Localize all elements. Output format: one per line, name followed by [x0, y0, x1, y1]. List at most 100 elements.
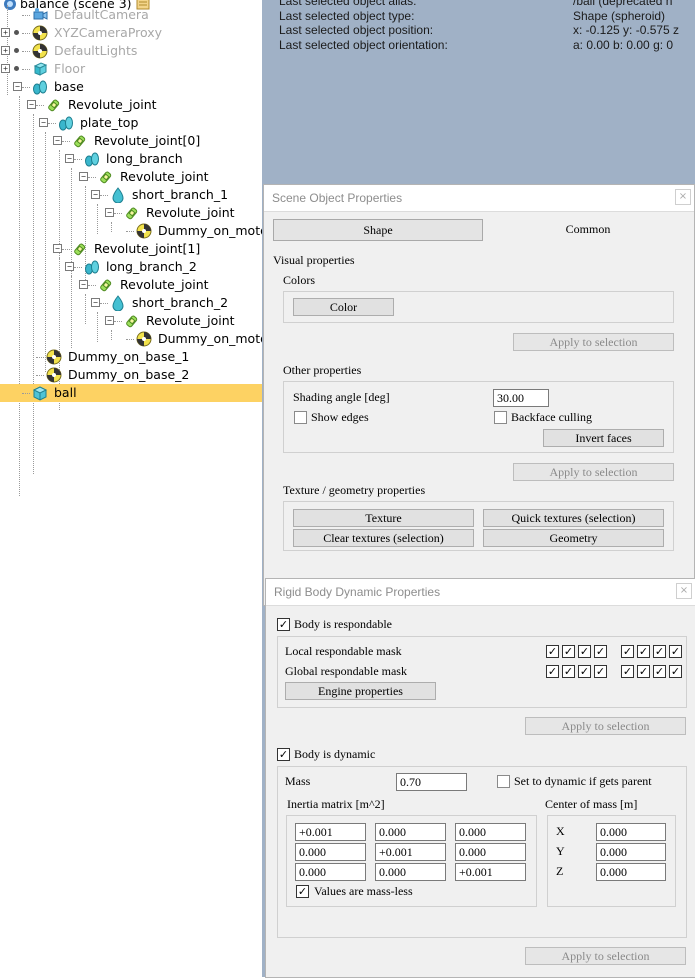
backface-culling-checkbox[interactable]	[494, 411, 507, 424]
tree-item-floor[interactable]: + Floor	[0, 60, 262, 78]
tree-item-xyzcameraproxy[interactable]: + XYZCameraProxy	[0, 24, 262, 42]
tab-shape[interactable]: Shape	[273, 219, 483, 241]
local-mask-bit-checkbox[interactable]: ✓	[562, 645, 575, 658]
global-mask-bit-checkbox[interactable]: ✓	[546, 665, 559, 678]
inertia-cell-input[interactable]: +0.001	[455, 863, 526, 881]
apply-dynamic-button[interactable]: Apply to selection	[525, 947, 686, 965]
body-respondable-checkbox[interactable]: ✓	[277, 618, 290, 631]
tree-item-dummy-on-moto[interactable]: Dummy_on_moto	[0, 222, 262, 240]
tree-item-base[interactable]: − base	[0, 78, 262, 96]
clear-textures-button[interactable]: Clear textures (selection)	[293, 529, 474, 547]
tree-item-ball[interactable]: ball	[0, 384, 262, 402]
inertia-cell-input[interactable]: 0.000	[295, 843, 366, 861]
show-edges-checkbox[interactable]	[294, 411, 307, 424]
collapse-icon[interactable]: −	[105, 208, 114, 217]
global-mask-bit-checkbox[interactable]: ✓	[594, 665, 607, 678]
geometry-button[interactable]: Geometry	[483, 529, 664, 547]
tree-connector	[114, 321, 122, 322]
mass-input[interactable]: 0.70	[396, 773, 467, 791]
global-mask-bit-checkbox[interactable]: ✓	[562, 665, 575, 678]
collapse-icon[interactable]: −	[65, 154, 74, 163]
body-dynamic-checkbox[interactable]: ✓	[277, 748, 290, 761]
engine-properties-button[interactable]: Engine properties	[285, 682, 436, 700]
tree-item-long-branch-2[interactable]: − long_branch_2	[0, 258, 262, 276]
tree-item-revolute-joint[interactable]: − Revolute_joint	[0, 204, 262, 222]
tab-bar: Shape Common	[273, 219, 693, 241]
com-y-input[interactable]: 0.000	[596, 843, 666, 861]
collapse-icon[interactable]: −	[27, 100, 36, 109]
expand-icon[interactable]: +	[1, 28, 10, 37]
collapse-icon[interactable]: −	[91, 298, 100, 307]
inertia-cell-input[interactable]: +0.001	[295, 823, 366, 841]
tree-item-plate-top[interactable]: − plate_top	[0, 114, 262, 132]
info-label: Last selected object type:	[279, 8, 415, 23]
global-mask-bit-checkbox[interactable]: ✓	[637, 665, 650, 678]
expand-icon[interactable]: +	[1, 46, 10, 55]
tree-item-revolute-joint-0[interactable]: − Revolute_joint[0]	[0, 132, 262, 150]
inertia-cell-input[interactable]: 0.000	[455, 843, 526, 861]
com-x-input[interactable]: 0.000	[596, 823, 666, 841]
com-z-input[interactable]: 0.000	[596, 863, 666, 881]
inertia-cell-input[interactable]: +0.001	[375, 843, 446, 861]
tree-item-short-branch-2[interactable]: − short_branch_2	[0, 294, 262, 312]
tree-connector	[22, 51, 30, 52]
tree-item-defaultlights[interactable]: + DefaultLights	[0, 42, 262, 60]
collapse-icon[interactable]: −	[13, 82, 22, 91]
global-mask-bit-checkbox[interactable]: ✓	[669, 665, 682, 678]
collapse-icon[interactable]: −	[65, 262, 74, 271]
global-mask-bit-checkbox[interactable]: ✓	[621, 665, 634, 678]
cuboid-icon	[32, 61, 48, 77]
tree-item-revolute-joint[interactable]: − Revolute_joint	[0, 168, 262, 186]
collapse-icon[interactable]: −	[79, 172, 88, 181]
dialog-title-bar[interactable]: Scene Object Properties ×	[264, 185, 694, 212]
apply-colors-button[interactable]: Apply to selection	[513, 333, 674, 351]
tree-item-dummy-on-moto[interactable]: Dummy_on_moto	[0, 330, 262, 348]
local-mask-bit-checkbox[interactable]: ✓	[637, 645, 650, 658]
tree-item-revolute-joint-1[interactable]: − Revolute_joint[1]	[0, 240, 262, 258]
tree-item-dummy-on-base-1[interactable]: Dummy_on_base_1	[0, 348, 262, 366]
quick-textures-button[interactable]: Quick textures (selection)	[483, 509, 664, 527]
tree-item-label: ball	[54, 385, 77, 400]
collapse-icon[interactable]: −	[91, 190, 100, 199]
shading-angle-input[interactable]: 30.00	[493, 389, 549, 407]
collapse-icon[interactable]: −	[79, 280, 88, 289]
tree-item-revolute-joint[interactable]: − Revolute_joint	[0, 276, 262, 294]
invert-faces-button[interactable]: Invert faces	[543, 429, 664, 447]
mass-less-checkbox[interactable]: ✓	[296, 885, 309, 898]
local-mask-bit-checkbox[interactable]: ✓	[653, 645, 666, 658]
inertia-cell-input[interactable]: 0.000	[375, 863, 446, 881]
local-mask-bit-checkbox[interactable]: ✓	[669, 645, 682, 658]
tree-item-dummy-on-base-2[interactable]: Dummy_on_base_2	[0, 366, 262, 384]
tree-item-revolute-joint[interactable]: − Revolute_joint	[0, 96, 262, 114]
apply-respondable-button[interactable]: Apply to selection	[525, 717, 686, 735]
collapse-icon[interactable]: −	[53, 244, 62, 253]
expand-icon[interactable]: +	[1, 64, 10, 73]
global-mask-bit-checkbox[interactable]: ✓	[653, 665, 666, 678]
inertia-cell-input[interactable]: 0.000	[295, 863, 366, 881]
tree-item-defaultcamera[interactable]: DefaultCamera	[0, 6, 262, 24]
tab-common[interactable]: Common	[483, 219, 693, 241]
tree-connector	[88, 177, 96, 178]
collapse-icon[interactable]: −	[53, 136, 62, 145]
tree-item-short-branch-1[interactable]: − short_branch_1	[0, 186, 262, 204]
local-mask-bit-checkbox[interactable]: ✓	[621, 645, 634, 658]
inertia-cell-input[interactable]: 0.000	[375, 823, 446, 841]
inertia-cell-input[interactable]: 0.000	[455, 823, 526, 841]
collapse-icon[interactable]: −	[39, 118, 48, 127]
close-icon[interactable]: ×	[675, 189, 691, 205]
tree-item-label: Revolute_joint	[120, 277, 209, 292]
apply-other-button[interactable]: Apply to selection	[513, 463, 674, 481]
tree-item-revolute-joint[interactable]: − Revolute_joint	[0, 312, 262, 330]
dialog-title-bar[interactable]: Rigid Body Dynamic Properties ×	[266, 579, 695, 606]
collapse-icon[interactable]: −	[105, 316, 114, 325]
local-mask-bit-checkbox[interactable]: ✓	[594, 645, 607, 658]
color-button[interactable]: Color	[293, 298, 394, 316]
set-dynamic-checkbox[interactable]	[497, 775, 510, 788]
texture-button[interactable]: Texture	[293, 509, 474, 527]
info-value: Shape (spheroid)	[573, 8, 666, 23]
local-mask-bit-checkbox[interactable]: ✓	[546, 645, 559, 658]
global-mask-bit-checkbox[interactable]: ✓	[578, 665, 591, 678]
close-icon[interactable]: ×	[676, 583, 692, 599]
local-mask-bit-checkbox[interactable]: ✓	[578, 645, 591, 658]
tree-item-long-branch[interactable]: − long_branch	[0, 150, 262, 168]
